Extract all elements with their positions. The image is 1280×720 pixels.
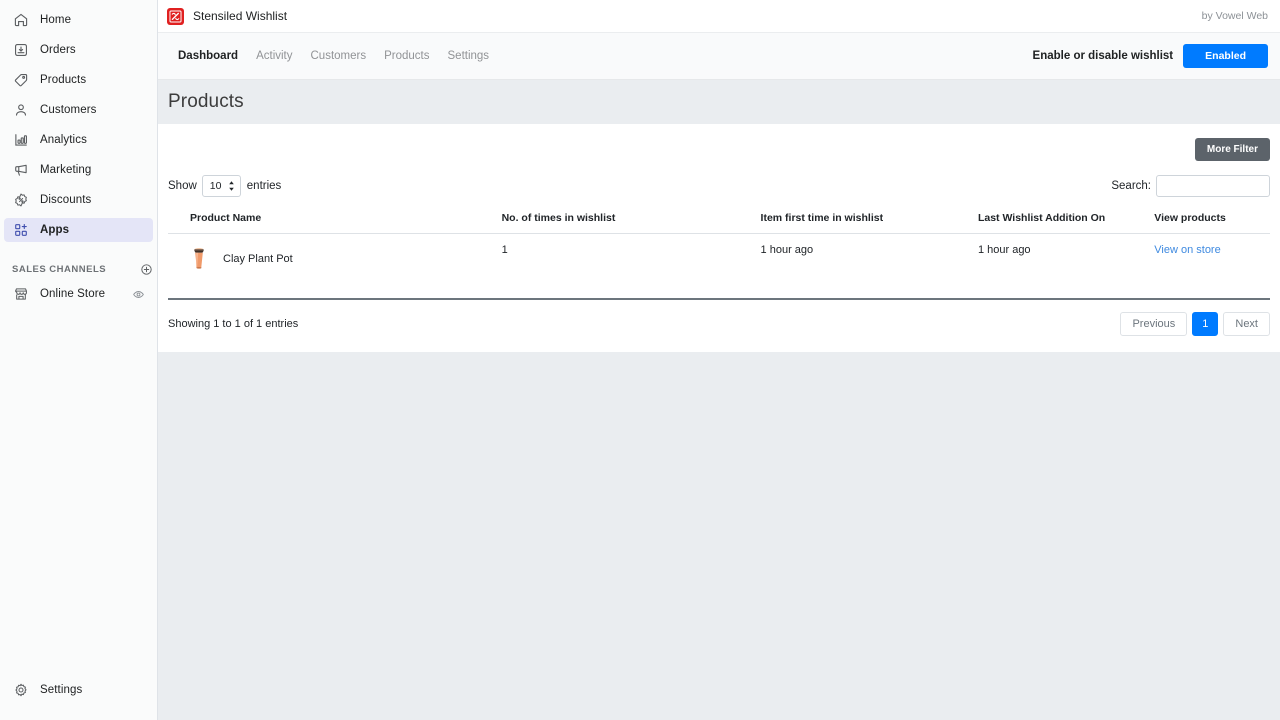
wishlist-toggle-group: Enable or disable wishlist Enabled	[1033, 44, 1268, 68]
sidebar-item-analytics[interactable]: Analytics	[4, 128, 153, 152]
entries-select[interactable]: 10	[201, 175, 241, 197]
cell-view-products: View on store	[1154, 233, 1270, 300]
column-header-first-time: Item first time in wishlist	[746, 212, 978, 234]
app-byline: by Vowel Web	[1201, 10, 1268, 22]
orders-icon	[12, 42, 29, 59]
sidebar-item-label: Discounts	[40, 194, 92, 206]
more-filter-button[interactable]: More Filter	[1194, 138, 1270, 161]
column-header-times: No. of times in wishlist	[487, 212, 747, 234]
table-row: Clay Plant Pot 1 1 hour ago 1 hour ago V…	[168, 233, 1270, 300]
analytics-bars-icon	[12, 132, 29, 149]
page-title-bar: Products	[158, 80, 1280, 124]
app-root: Home Orders Products Customers Analytics…	[0, 0, 1280, 720]
cell-times-in-wishlist: 1	[487, 233, 747, 300]
search-input[interactable]	[1156, 175, 1270, 197]
sidebar-item-label: Analytics	[40, 134, 87, 146]
sidebar-item-online-store[interactable]: Online Store	[4, 282, 153, 306]
gear-icon	[12, 682, 29, 699]
tab-products[interactable]: Products	[375, 44, 438, 68]
sidebar-item-settings[interactable]: Settings	[4, 678, 153, 702]
tab-activity[interactable]: Activity	[247, 44, 301, 68]
table-body: Clay Plant Pot 1 1 hour ago 1 hour ago V…	[168, 233, 1270, 300]
table-footer: Showing 1 to 1 of 1 entries Previous 1 N…	[168, 300, 1270, 352]
stensiled-logo-icon	[167, 7, 184, 25]
app-title: Stensiled Wishlist	[193, 9, 288, 23]
entries-select-wrap[interactable]: 10	[201, 175, 241, 197]
sidebar: Home Orders Products Customers Analytics…	[0, 0, 158, 720]
sidebar-item-home[interactable]: Home	[4, 8, 153, 32]
sidebar-nav: Home Orders Products Customers Analytics…	[0, 0, 157, 306]
search-group: Search:	[1111, 175, 1270, 197]
plus-circle-icon[interactable]	[140, 263, 153, 276]
sidebar-item-label: Apps	[40, 224, 70, 236]
showing-entries-text: Showing 1 to 1 of 1 entries	[168, 318, 299, 330]
sidebar-item-orders[interactable]: Orders	[4, 38, 153, 62]
products-card: More Filter Show 10 entries Search: Prod…	[158, 124, 1280, 352]
filter-row: More Filter	[168, 124, 1270, 161]
entries-label: entries	[246, 180, 282, 192]
pagination-page-1-button[interactable]: 1	[1192, 312, 1219, 336]
search-label: Search:	[1111, 180, 1151, 192]
customers-icon	[12, 102, 29, 119]
sidebar-item-label: Marketing	[40, 164, 92, 176]
product-name: Clay Plant Pot	[223, 253, 293, 265]
sidebar-item-label: Customers	[40, 104, 97, 116]
table-head: Product Name No. of times in wishlist It…	[168, 212, 1270, 234]
sidebar-item-apps[interactable]: Apps	[4, 218, 153, 242]
sales-channels-title: SALES CHANNELS	[12, 263, 107, 275]
sidebar-item-label: Products	[40, 74, 87, 86]
tab-list: Dashboard Activity Customers Products Se…	[168, 44, 498, 68]
products-tag-icon	[12, 72, 29, 89]
tab-dashboard[interactable]: Dashboard	[168, 44, 247, 68]
pagination-previous-button[interactable]: Previous	[1120, 312, 1188, 336]
tab-settings[interactable]: Settings	[439, 44, 499, 68]
marketing-megaphone-icon	[12, 162, 29, 179]
pagination: Previous 1 Next	[1115, 312, 1270, 336]
cell-last-addition-on: 1 hour ago	[977, 233, 1155, 300]
sales-channels-header: SALES CHANNELS	[4, 258, 153, 280]
main-area: Stensiled Wishlist by Vowel Web Dashboar…	[158, 0, 1280, 720]
sidebar-item-label: Home	[40, 14, 72, 26]
cell-first-time-in-wishlist: 1 hour ago	[746, 233, 978, 300]
app-header: Stensiled Wishlist by Vowel Web	[158, 0, 1280, 33]
column-header-view-products: View products	[1154, 212, 1270, 234]
view-on-store-link[interactable]: View on store	[1154, 244, 1220, 256]
sidebar-item-marketing[interactable]: Marketing	[4, 158, 153, 182]
wishlist-enabled-button[interactable]: Enabled	[1183, 44, 1268, 68]
apps-grid-icon	[12, 222, 29, 239]
products-table: Product Name No. of times in wishlist It…	[168, 212, 1270, 300]
discounts-percent-icon	[12, 192, 29, 209]
home-icon	[12, 12, 29, 29]
tab-customers[interactable]: Customers	[302, 44, 376, 68]
page-background	[158, 352, 1280, 720]
app-tabbar: Dashboard Activity Customers Products Se…	[158, 33, 1280, 80]
sidebar-item-label: Settings	[40, 684, 83, 696]
eye-icon[interactable]	[132, 288, 145, 301]
table-header-row: Product Name No. of times in wishlist It…	[168, 212, 1270, 234]
show-entries-group: Show 10 entries	[168, 175, 281, 197]
sidebar-item-customers[interactable]: Customers	[4, 98, 153, 122]
sidebar-item-label: Online Store	[40, 288, 106, 300]
table-controls: Show 10 entries Search:	[168, 174, 1270, 198]
column-header-product-name: Product Name	[168, 212, 488, 234]
wishlist-toggle-label: Enable or disable wishlist	[1032, 50, 1174, 62]
column-header-last-addition: Last Wishlist Addition On	[977, 212, 1155, 234]
pagination-next-button[interactable]: Next	[1223, 312, 1270, 336]
page-title: Products	[168, 91, 244, 112]
sidebar-item-products[interactable]: Products	[4, 68, 153, 92]
sidebar-item-discounts[interactable]: Discounts	[4, 188, 153, 212]
online-store-icon	[12, 286, 29, 303]
sidebar-item-label: Orders	[40, 44, 76, 56]
cell-product-name: Clay Plant Pot	[168, 233, 488, 300]
clay-plant-pot-thumbnail	[190, 244, 208, 274]
show-label: Show	[168, 180, 197, 192]
product-cell: Clay Plant Pot	[190, 244, 488, 274]
sidebar-footer: Settings	[0, 678, 157, 720]
